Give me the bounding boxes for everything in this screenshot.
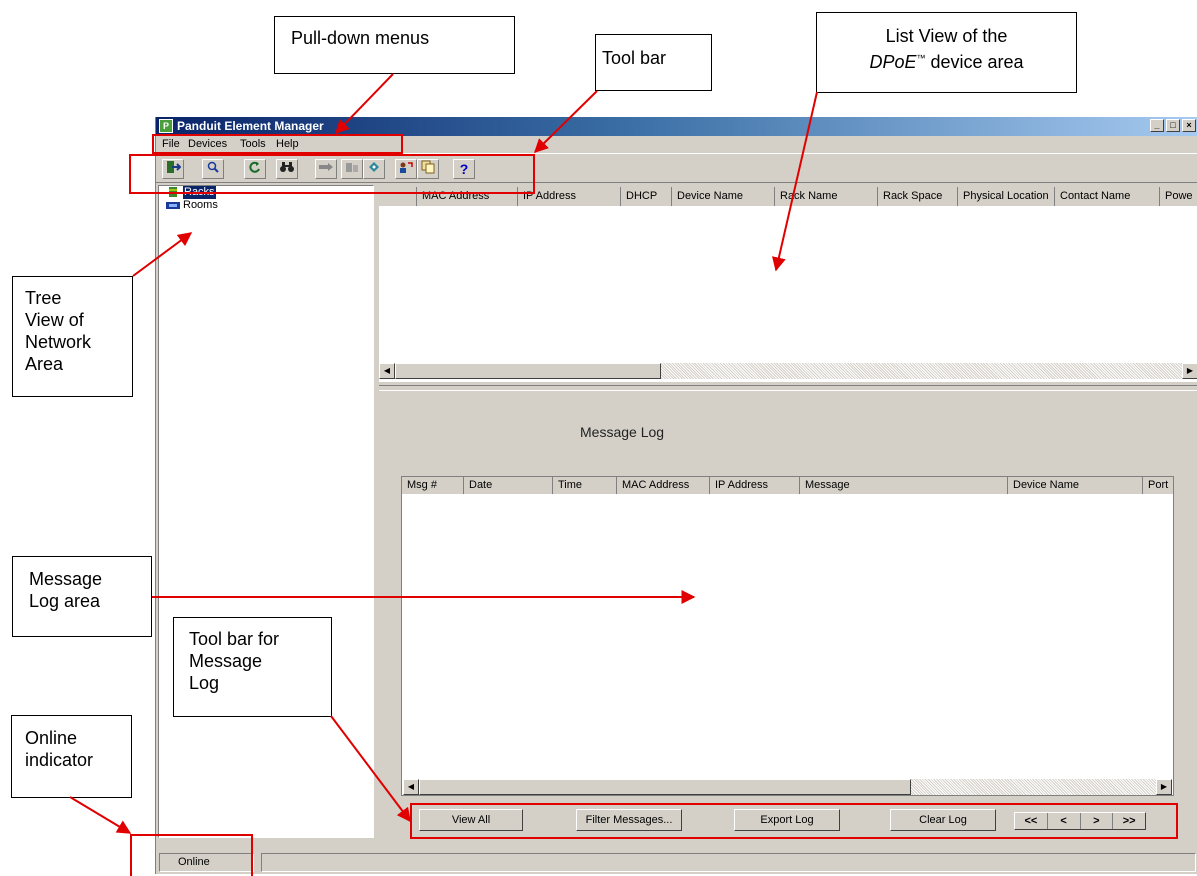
arrow-toolbar bbox=[534, 90, 598, 153]
arrow-tree-view bbox=[132, 232, 193, 277]
arrow-message-toolbar bbox=[330, 715, 411, 823]
annotation-arrows bbox=[69, 73, 818, 834]
arrow-pulldown bbox=[335, 73, 394, 135]
arrow-online-indicator bbox=[69, 796, 132, 834]
arrow-list-view bbox=[772, 91, 818, 272]
